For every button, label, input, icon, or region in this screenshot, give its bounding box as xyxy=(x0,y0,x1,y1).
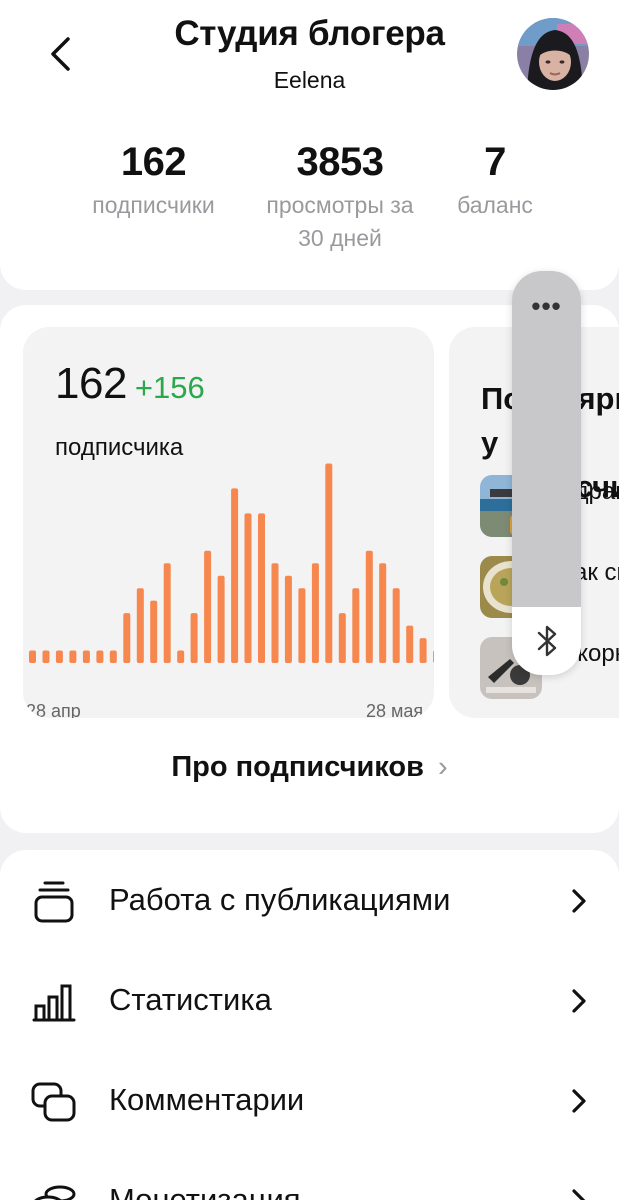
menu-item-statistics[interactable]: Статистика xyxy=(0,956,619,1046)
chart-bar xyxy=(258,513,265,663)
chart-bar xyxy=(96,650,104,663)
menu-item-label: Статистика xyxy=(109,982,272,1017)
chevron-right-icon xyxy=(572,1089,586,1113)
chart-bar xyxy=(150,600,158,663)
bluetooth-button[interactable] xyxy=(512,607,581,675)
menu-item-monetization[interactable]: Монетизация xyxy=(0,1156,619,1200)
x-axis-end-label: 28 мая xyxy=(366,701,424,718)
chart-bar xyxy=(123,613,131,663)
chart-bar xyxy=(244,513,252,663)
menu-card: Работа с публикациями Статистика Коммент… xyxy=(0,850,619,1200)
chart-bar xyxy=(311,563,319,663)
subscribers-bar-chart xyxy=(29,463,434,663)
chart-bar xyxy=(217,575,225,663)
chart-bar xyxy=(406,625,414,663)
menu-item-label: Монетизация xyxy=(109,1182,301,1200)
chart-bar xyxy=(298,588,306,663)
x-axis-start-label: 28 апр xyxy=(26,701,81,718)
about-subscribers-link[interactable]: Про подписчиков › xyxy=(0,751,619,784)
chart-bar xyxy=(42,650,50,663)
chart-bar xyxy=(365,550,373,663)
stat-subscribers[interactable]: 162 подписчики xyxy=(70,140,237,222)
chart-bar xyxy=(136,588,144,663)
chart-bar xyxy=(338,613,346,663)
stat-value: 162 xyxy=(120,140,187,184)
chart-bar xyxy=(379,563,387,663)
chart-bar xyxy=(163,563,171,663)
menu-item-publications[interactable]: Работа с публикациями xyxy=(0,856,619,946)
chart-bar xyxy=(29,650,36,663)
chart-bar xyxy=(82,650,90,663)
stat-label: баланс xyxy=(457,192,533,218)
chart-bar xyxy=(433,650,434,663)
stat-views[interactable]: 3853 просмотры за 30 дней xyxy=(262,140,418,255)
subscribers-chart-tile[interactable]: 162 +156 подписчика 28 апр 28 мая xyxy=(23,327,434,718)
chart-bar xyxy=(392,588,400,663)
about-subscribers-label: Про подписчиков xyxy=(171,751,424,783)
comments-icon xyxy=(31,1082,76,1122)
chart-bar xyxy=(55,650,63,663)
menu-item-label: Работа с публикациями xyxy=(109,882,451,917)
statistics-icon xyxy=(32,984,76,1022)
header-card: Студия блогера Eelena 162 подписчики 385… xyxy=(0,0,619,290)
menu-item-comments[interactable]: Комментарии xyxy=(0,1056,619,1146)
chart-bar xyxy=(177,650,185,663)
chart-bar xyxy=(69,650,77,663)
monetization-icon xyxy=(34,1185,76,1200)
chart-bar xyxy=(325,463,333,663)
menu-item-label: Комментарии xyxy=(109,1082,305,1117)
chart-bar xyxy=(271,563,279,663)
chevron-right-icon xyxy=(572,1189,586,1200)
chart-bar xyxy=(419,638,427,663)
stat-balance[interactable]: 7 баланс xyxy=(440,140,550,222)
chevron-right-icon: › xyxy=(437,751,448,783)
chart-bar xyxy=(204,550,212,663)
stat-value: 3853 xyxy=(296,140,384,184)
publications-icon xyxy=(34,881,74,923)
chart-bar xyxy=(352,588,360,663)
chevron-right-icon xyxy=(572,989,586,1013)
chevron-right-icon xyxy=(572,889,586,913)
stat-label: подписчики xyxy=(92,192,215,218)
chart-bar xyxy=(109,650,117,663)
chart-bar xyxy=(231,488,239,663)
more-dots-icon[interactable]: ••• xyxy=(512,291,581,322)
stat-value: 7 xyxy=(484,140,506,184)
chart-bar xyxy=(284,575,292,663)
chart-bar xyxy=(190,613,198,663)
bluetooth-icon xyxy=(537,625,556,657)
stat-label: просмотры за 30 дней xyxy=(266,192,414,251)
user-avatar[interactable] xyxy=(517,18,589,90)
floating-overlay[interactable]: ••• xyxy=(512,271,581,675)
